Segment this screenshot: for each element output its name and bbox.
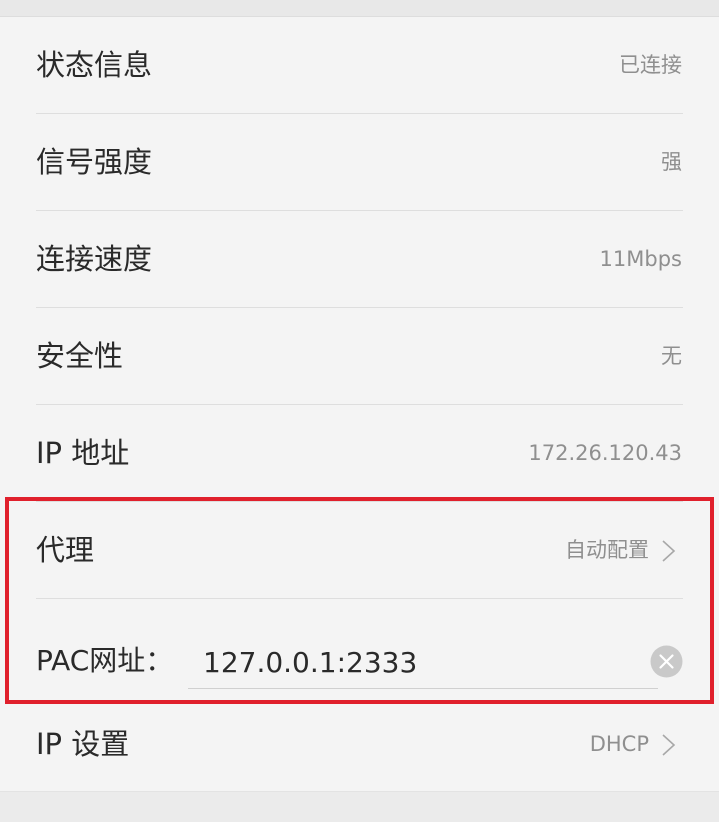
ip-settings-label: IP 设置 bbox=[36, 727, 130, 761]
ip-settings-value: DHCP bbox=[589, 732, 649, 756]
link-speed-row: 连接速度 11Mbps bbox=[0, 211, 719, 308]
status-row: 状态信息 已连接 bbox=[0, 17, 719, 114]
security-value: 无 bbox=[661, 344, 682, 368]
proxy-value: 自动配置 bbox=[565, 538, 649, 562]
link-speed-value: 11Mbps bbox=[599, 247, 682, 271]
status-label: 状态信息 bbox=[36, 48, 153, 82]
signal-strength-value: 强 bbox=[661, 150, 682, 174]
bottom-strip bbox=[0, 791, 719, 822]
signal-strength-row: 信号强度 强 bbox=[0, 114, 719, 211]
security-row: 安全性 无 bbox=[0, 308, 719, 405]
chevron-right-icon bbox=[662, 540, 676, 562]
proxy-label: 代理 bbox=[36, 533, 95, 567]
status-value: 已连接 bbox=[619, 53, 682, 77]
ip-address-value: 172.26.120.43 bbox=[528, 441, 682, 465]
signal-strength-label: 信号强度 bbox=[36, 145, 153, 179]
pac-url-input[interactable] bbox=[188, 636, 658, 689]
top-strip bbox=[0, 0, 719, 17]
wifi-details-list: 状态信息 已连接 信号强度 强 连接速度 11Mbps 安全性 无 IP 地址 … bbox=[0, 17, 719, 791]
ip-settings-row[interactable]: IP 设置 DHCP bbox=[0, 696, 719, 793]
link-speed-label: 连接速度 bbox=[36, 242, 153, 276]
ip-address-row: IP 地址 172.26.120.43 bbox=[0, 405, 719, 502]
proxy-row[interactable]: 代理 自动配置 bbox=[0, 502, 719, 599]
security-label: 安全性 bbox=[36, 339, 124, 373]
clear-icon[interactable] bbox=[650, 645, 683, 678]
chevron-right-icon bbox=[662, 734, 676, 756]
ip-address-label: IP 地址 bbox=[36, 436, 130, 470]
